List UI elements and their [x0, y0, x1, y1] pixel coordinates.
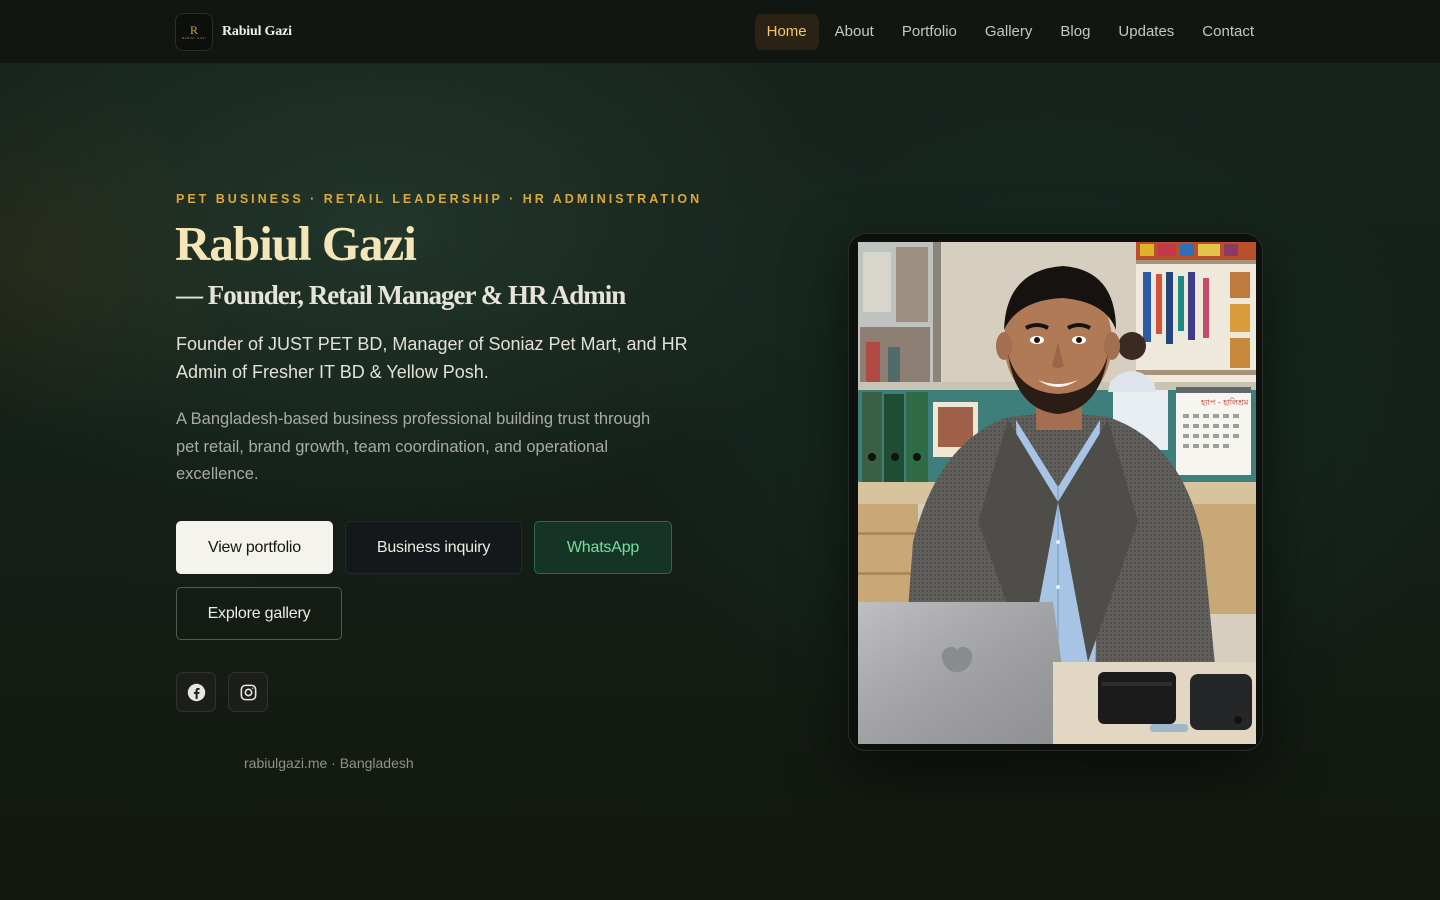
nav-contact[interactable]: Contact	[1190, 14, 1266, 50]
hero-subtitle: — Founder, Retail Manager & HR Admin	[176, 280, 626, 310]
brand-logo: R RABIUL GAZI	[175, 13, 213, 51]
profile-photo: হ্যাপ - হালিশ্রম	[858, 242, 1256, 744]
whatsapp-button[interactable]: WhatsApp	[534, 521, 672, 574]
instagram-icon	[240, 684, 256, 700]
explore-gallery-button[interactable]: Explore gallery	[176, 587, 342, 640]
site-location-note: rabiulgazi.me · Bangladesh	[244, 755, 414, 771]
nav-portfolio[interactable]: Portfolio	[890, 14, 969, 50]
nav-home[interactable]: Home	[754, 14, 819, 50]
profile-portrait-illustration: হ্যাপ - হালিশ্রম	[858, 242, 1256, 744]
calendar-title-text: হ্যাপ - হালিশ্রম	[1200, 398, 1249, 407]
hero-kicker: PET BUSINESS · RETAIL LEADERSHIP · HR AD…	[176, 192, 703, 206]
logo-tagline: RABIUL GAZI	[181, 35, 207, 40]
nav-blog[interactable]: Blog	[1048, 14, 1102, 50]
main-menu: Home About Portfolio Gallery Blog Update…	[754, 14, 1266, 50]
hero-description: A Bangladesh-based business professional…	[176, 410, 651, 483]
facebook-link[interactable]	[176, 672, 216, 712]
profile-photo-card: হ্যাপ - হালিশ্রম	[848, 233, 1263, 751]
brand-name: Rabiul Gazi	[222, 24, 292, 39]
brand-link[interactable]: R RABIUL GAZI Rabiul Gazi	[175, 13, 292, 51]
nav-updates[interactable]: Updates	[1106, 14, 1186, 50]
instagram-link[interactable]	[228, 672, 268, 712]
hero-title: Rabiul Gazi	[175, 216, 417, 271]
top-navigation: R RABIUL GAZI Rabiul Gazi Home About Por…	[0, 0, 1440, 64]
hero-lead: Founder of JUST PET BD, Manager of Sonia…	[176, 334, 688, 382]
logo-monogram: R	[189, 22, 198, 37]
facebook-icon	[187, 683, 205, 701]
view-portfolio-button[interactable]: View portfolio	[176, 521, 333, 574]
business-inquiry-button[interactable]: Business inquiry	[345, 521, 522, 574]
nav-about[interactable]: About	[823, 14, 886, 50]
nav-gallery[interactable]: Gallery	[973, 14, 1045, 50]
